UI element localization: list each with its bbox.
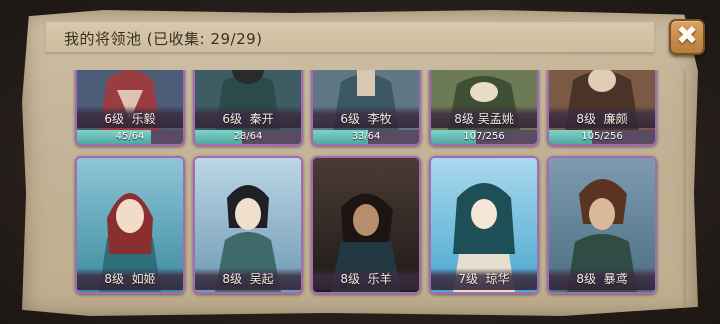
shard-progress: 107/256: [431, 130, 537, 144]
close-icon: ✖: [676, 21, 698, 51]
shard-progress: 33/64: [313, 130, 419, 144]
shard-progress: 105/256: [549, 130, 655, 144]
title-bar: 我的将领池 (已收集: 29/29): [46, 22, 654, 53]
general-level-name: 6级 秦开: [222, 112, 274, 126]
shard-progress-text: 28/64: [233, 131, 263, 142]
shard-progress-text: 105/256: [581, 131, 623, 142]
general-card[interactable]: 8级 吴孟姚 107/256: [429, 70, 539, 146]
general-card[interactable]: 6级 李牧 33/64: [311, 70, 421, 146]
shard-progress-text: 107/256: [463, 131, 505, 142]
close-button[interactable]: ✖: [669, 19, 705, 55]
page-title: 我的将领池 (已收集: 29/29): [64, 30, 263, 48]
general-card[interactable]: 6级 乐毅 45/64: [75, 70, 185, 146]
shard-progress: 28/64: [195, 130, 301, 144]
general-card[interactable]: 6级 秦开 28/64: [193, 70, 303, 146]
general-card[interactable]: 8级 廉颇 105/256: [547, 70, 657, 146]
general-card[interactable]: 8级 如姬: [75, 156, 185, 294]
general-level-name: 7级 琼华: [458, 272, 510, 286]
scroll-track[interactable]: [683, 70, 686, 310]
shard-progress: 45/64: [77, 130, 183, 144]
general-level-name: 8级 吴起: [222, 272, 274, 286]
general-card[interactable]: 8级 暴鸢: [547, 156, 657, 294]
general-card[interactable]: 8级 吴起: [193, 156, 303, 294]
general-level-name: 8级 暴鸢: [576, 272, 628, 286]
shard-progress-text: 45/64: [115, 131, 145, 142]
general-level-name: 8级 吴孟姚: [454, 112, 514, 126]
general-level-name: 6级 乐毅: [104, 112, 156, 126]
general-card[interactable]: 8级 乐羊: [311, 156, 421, 294]
general-card[interactable]: 7级 琼华: [429, 156, 539, 294]
shard-progress-text: 33/64: [351, 131, 381, 142]
general-level-name: 8级 如姬: [104, 272, 156, 286]
general-level-name: 8级 廉颇: [576, 112, 628, 126]
general-level-name: 8级 乐羊: [340, 272, 392, 286]
general-level-name: 6级 李牧: [340, 112, 392, 126]
general-grid[interactable]: 6级 乐毅 45/64 6级 秦开 28/64 6级 李牧 33/64 8级 吴…: [60, 70, 680, 316]
